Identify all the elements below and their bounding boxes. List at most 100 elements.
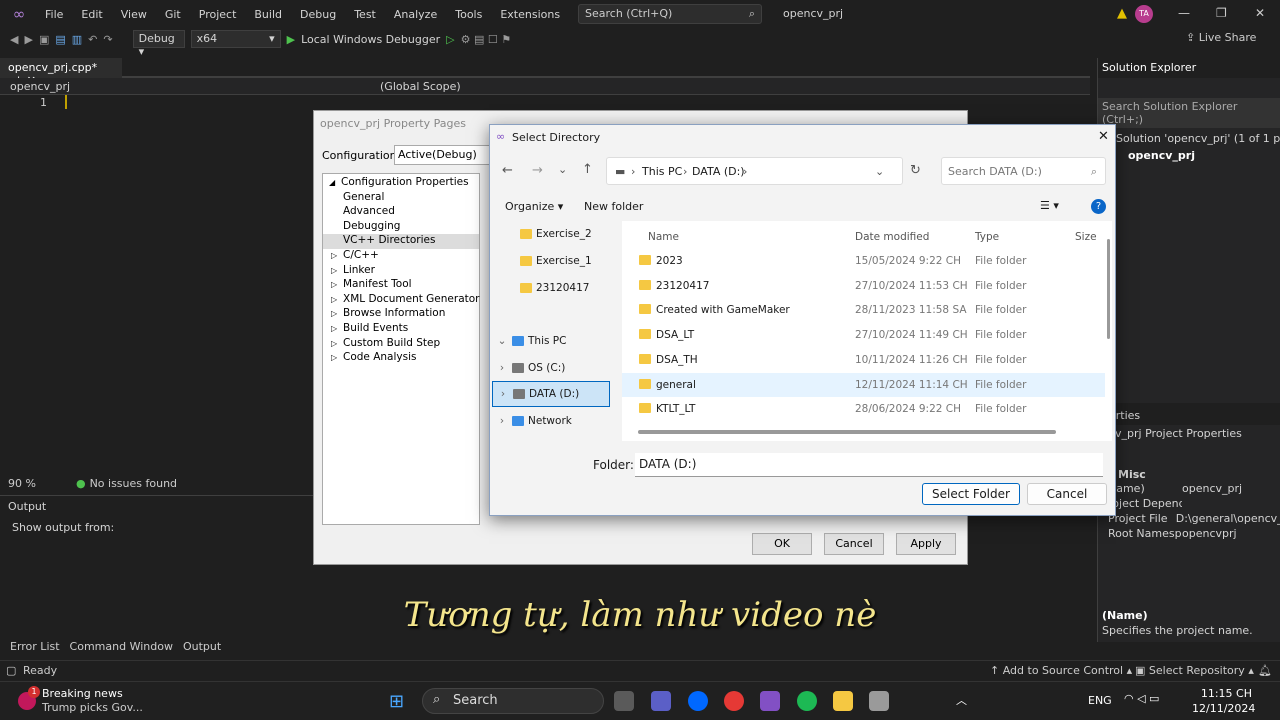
property-row[interactable]: Project File D:\general\opencv_p xyxy=(1098,511,1280,526)
expander-icon[interactable]: ▷ xyxy=(331,251,343,260)
tree-node[interactable]: ▷ Linker xyxy=(323,264,479,279)
chrome-icon[interactable] xyxy=(724,691,744,711)
language-indicator[interactable]: ENG xyxy=(1088,694,1112,707)
dir-cancel-button[interactable]: Cancel xyxy=(1027,483,1107,505)
file-row[interactable]: 2023 15/05/2024 9:22 CH File folder xyxy=(622,249,1105,273)
save-all-icon[interactable]: ▥ xyxy=(72,33,82,46)
ok-button[interactable]: OK xyxy=(752,533,812,555)
nav-item-network[interactable]: › Network xyxy=(492,408,610,434)
menu-item-project[interactable]: Project xyxy=(190,8,246,21)
configuration-dropdown[interactable]: Active(Debug) xyxy=(394,145,494,165)
menu-item-build[interactable]: Build xyxy=(245,8,291,21)
nav-item-exercise-1[interactable]: Exercise_1 xyxy=(492,248,610,274)
platform-dropdown[interactable]: x64 ▾ xyxy=(190,30,281,48)
dir-search-input[interactable]: Search DATA (D:) ⌕ xyxy=(941,157,1106,185)
task-view-icon[interactable] xyxy=(614,691,634,711)
avatar[interactable]: TA xyxy=(1135,5,1153,23)
warning-icon[interactable]: ▲ xyxy=(1117,6,1127,21)
expander-icon[interactable]: › xyxy=(492,415,512,427)
clock-date[interactable]: 12/11/2024 xyxy=(1192,702,1255,715)
visual-studio-icon[interactable] xyxy=(760,691,780,711)
tray-chevron-icon[interactable]: ︿ xyxy=(956,692,967,708)
file-row[interactable]: DSA_TH 10/11/2024 11:26 CH File folder xyxy=(622,348,1105,372)
file-row[interactable]: general 12/11/2024 11:14 CH File folder xyxy=(622,372,1105,397)
organize-button[interactable]: Organize ▾ xyxy=(505,200,563,213)
tab-error-list[interactable]: Error List xyxy=(10,640,60,656)
expander-icon[interactable]: ▷ xyxy=(331,324,343,333)
tree-node[interactable]: ▷ Browse Information xyxy=(323,307,479,322)
view-options-icon[interactable]: ☰ ▾ xyxy=(1040,199,1059,212)
column-name[interactable]: Name xyxy=(648,231,679,243)
solution-search[interactable]: Search Solution Explorer (Ctrl+;) xyxy=(1098,98,1280,128)
save-icon[interactable]: ▤ xyxy=(55,33,65,46)
zalo-icon[interactable] xyxy=(688,691,708,711)
tree-node[interactable]: General xyxy=(323,191,479,206)
menu-item-analyze[interactable]: Analyze xyxy=(385,8,446,21)
property-row[interactable]: Name) opencv_prj xyxy=(1098,481,1280,496)
nav-up-icon[interactable]: ↑ xyxy=(582,162,593,177)
property-row[interactable]: Root Namespacopencvprj xyxy=(1098,526,1280,541)
teams-icon[interactable] xyxy=(651,691,671,711)
nav-scope[interactable]: (Global Scope) xyxy=(380,80,461,93)
address-dropdown-icon[interactable]: ⌄ xyxy=(875,165,884,178)
clock-time[interactable]: 11:15 CH xyxy=(1192,687,1252,700)
menu-item-git[interactable]: Git xyxy=(156,8,190,21)
redo-icon[interactable]: ↷ xyxy=(103,33,112,46)
tab-opencv-cpp[interactable]: opencv_prj.cpp* ⊹ ✕ xyxy=(0,58,122,87)
run-icon[interactable]: ▶ xyxy=(287,33,295,46)
nav-item-23120417[interactable]: 23120417 xyxy=(492,275,610,301)
help-icon[interactable]: ? xyxy=(1091,199,1106,214)
wifi-volume-battery-icon[interactable]: ◠ ◁ ▭ xyxy=(1124,692,1159,705)
add-source-control[interactable]: ↑ Add to Source Control ▴ xyxy=(990,664,1132,677)
news-subtitle[interactable]: Trump picks Gov... xyxy=(42,701,143,714)
tree-node[interactable]: ▷ Build Events xyxy=(323,322,479,337)
back-icon[interactable]: ◀ xyxy=(10,33,18,46)
nav-item-exercise-2[interactable]: Exercise_2 xyxy=(492,221,610,247)
properties-subject[interactable]: ncv_prj Project Properties xyxy=(1098,425,1280,442)
nav-item-this-pc[interactable]: ⌄ This PC xyxy=(492,328,610,354)
live-share-button[interactable]: ⇪ Live Share xyxy=(1186,31,1256,44)
tree-node[interactable]: ◢ Configuration Properties xyxy=(323,176,479,191)
address-bar[interactable]: ▬ › This PC › DATA (D:) › ⌄ xyxy=(606,157,903,185)
expander-icon[interactable]: ▷ xyxy=(331,266,343,275)
issues-status[interactable]: No issues found xyxy=(90,477,177,490)
forward-icon[interactable]: ▶ xyxy=(24,33,32,46)
cancel-button[interactable]: Cancel xyxy=(824,533,884,555)
news-title[interactable]: Breaking news xyxy=(42,687,123,700)
menu-item-file[interactable]: File xyxy=(36,8,72,21)
minimize-icon[interactable]: — xyxy=(1178,6,1190,20)
nav-back-icon[interactable]: ← xyxy=(502,163,513,178)
expander-icon[interactable]: › xyxy=(492,362,512,374)
close-window-icon[interactable]: ✕ xyxy=(1255,6,1265,20)
tree-node[interactable]: ▷ C/C++ xyxy=(323,249,479,264)
menu-item-test[interactable]: Test xyxy=(345,8,385,21)
solution-root[interactable]: Solution 'opencv_prj' (1 of 1 proje xyxy=(1098,128,1280,149)
config-dropdown[interactable]: Debug ▾ xyxy=(132,30,185,58)
dialog-close-icon[interactable]: ✕ xyxy=(1098,129,1109,144)
tree-node[interactable]: Advanced xyxy=(323,205,479,220)
file-row[interactable]: 23120417 27/10/2024 11:53 CH File folder xyxy=(622,274,1105,298)
expander-icon[interactable]: ⌄ xyxy=(492,335,512,347)
menu-item-debug[interactable]: Debug xyxy=(291,8,345,21)
file-row[interactable]: DSA_LT 27/10/2024 11:49 CH File folder xyxy=(622,323,1105,347)
tree-node[interactable]: ▷ XML Document Generator xyxy=(323,293,480,308)
expander-icon[interactable]: › xyxy=(493,388,513,400)
zoom-level[interactable]: 90 % xyxy=(8,477,36,490)
breadcrumb-data-d[interactable]: DATA (D:) xyxy=(692,165,745,178)
tree-node[interactable]: ▷ Code Analysis xyxy=(323,351,479,366)
file-row[interactable]: KTLT_LT 28/06/2024 9:22 CH File folder xyxy=(622,397,1105,421)
apply-button[interactable]: Apply xyxy=(896,533,956,555)
spotify-icon[interactable] xyxy=(797,691,817,711)
solution-project[interactable]: opencv_prj xyxy=(1098,149,1280,162)
menu-item-extensions[interactable]: Extensions xyxy=(491,8,569,21)
expander-icon[interactable]: ▷ xyxy=(331,295,343,304)
new-project-icon[interactable]: ▣ xyxy=(39,33,49,46)
tab-command-window[interactable]: Command Window xyxy=(70,640,173,656)
snipping-tool-icon[interactable] xyxy=(869,691,889,711)
menu-item-tools[interactable]: Tools xyxy=(446,8,491,21)
file-explorer-icon[interactable] xyxy=(833,691,853,711)
tree-node[interactable]: Debugging xyxy=(323,220,479,235)
expander-icon[interactable]: ▷ xyxy=(331,280,343,289)
expander-icon[interactable]: ◢ xyxy=(329,178,341,187)
column-type[interactable]: Type xyxy=(975,231,999,243)
